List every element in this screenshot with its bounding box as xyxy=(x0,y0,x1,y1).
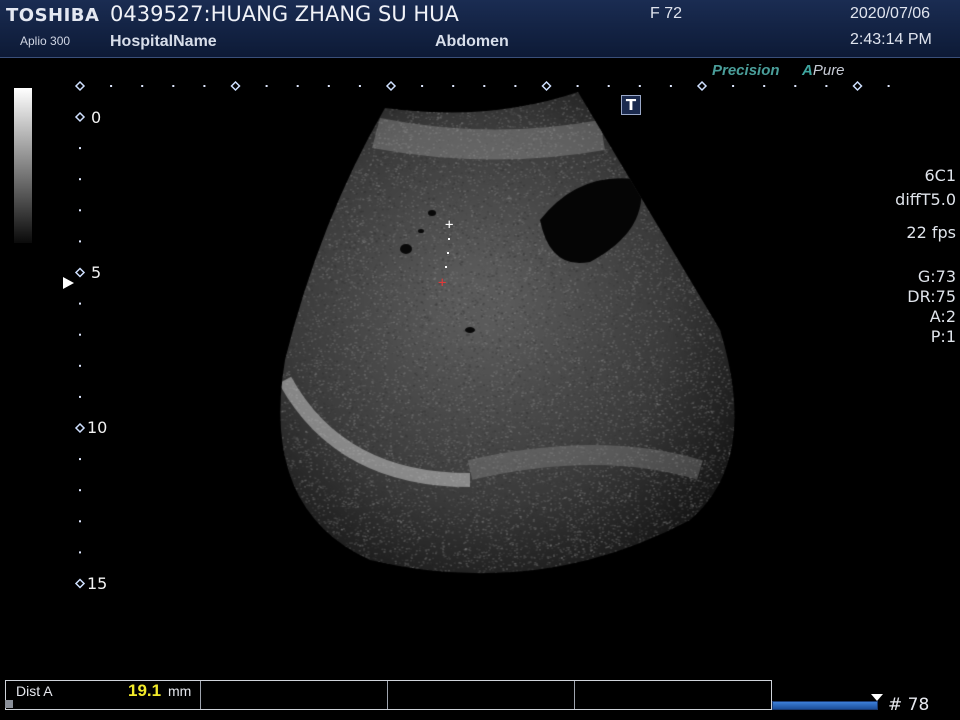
a-value: A:2 xyxy=(929,307,956,326)
patient-id: 0439527:HUANG ZHANG SU HUA xyxy=(110,2,459,26)
imaging-mode: diffT5.0 xyxy=(895,190,956,209)
depth-label-5: 5 xyxy=(91,263,102,282)
caliper-end-icon[interactable]: + xyxy=(438,276,446,290)
measurement-label: Dist A xyxy=(16,683,53,699)
measurement-cell-empty[interactable] xyxy=(575,681,771,709)
hospital-name: HospitalName xyxy=(110,33,217,50)
header-bar: TOSHIBA Aplio 300 0439527:HUANG ZHANG SU… xyxy=(0,0,960,58)
brand-logo: TOSHIBA xyxy=(6,5,100,26)
caliper-dot xyxy=(445,266,447,268)
gain-value: G:73 xyxy=(917,267,956,286)
cine-pointer-icon[interactable] xyxy=(871,694,883,701)
apure-logo-a: A xyxy=(802,62,813,79)
cine-progress-bar[interactable] xyxy=(772,701,878,710)
measurement-cell-empty[interactable] xyxy=(388,681,575,709)
caliper-start-icon[interactable]: + xyxy=(445,218,453,232)
depth-label-10: 10 xyxy=(87,418,108,437)
t-marker-icon[interactable]: T xyxy=(621,95,641,115)
dynamic-range-value: DR:75 xyxy=(907,287,956,306)
frame-number: F 72 xyxy=(650,5,683,22)
caliper-dot xyxy=(447,252,449,254)
focus-marker-icon[interactable] xyxy=(63,277,74,289)
cine-frame-count: # 78 xyxy=(888,695,930,715)
apure-logo-text: Pure xyxy=(812,62,845,79)
corner-indicator xyxy=(5,700,13,708)
depth-label-0: 0 xyxy=(91,108,102,127)
measurement-unit: mm xyxy=(168,683,192,699)
measurement-cell[interactable]: Dist A 19.1 mm xyxy=(6,681,201,709)
frame-rate: 22 fps xyxy=(906,223,956,242)
probe-label: 6C1 xyxy=(924,166,956,185)
measurement-value: 19.1 xyxy=(128,681,162,700)
caliper-dot xyxy=(448,238,450,240)
device-model: Aplio 300 xyxy=(20,34,71,48)
exam-type: Abdomen xyxy=(435,33,509,50)
grayscale-bar xyxy=(14,88,32,243)
exam-time: 2:43:14 PM xyxy=(850,31,932,48)
exam-date: 2020/07/06 xyxy=(850,5,931,22)
apure-logo: APure xyxy=(802,62,845,79)
measurement-strip: Dist A 19.1 mm xyxy=(5,680,772,710)
measurement-cell-empty[interactable] xyxy=(201,681,388,709)
ultrasound-image xyxy=(0,0,960,720)
depth-label-15: 15 xyxy=(87,574,108,593)
precision-logo: Precision xyxy=(712,62,780,79)
p-value: P:1 xyxy=(930,327,956,346)
